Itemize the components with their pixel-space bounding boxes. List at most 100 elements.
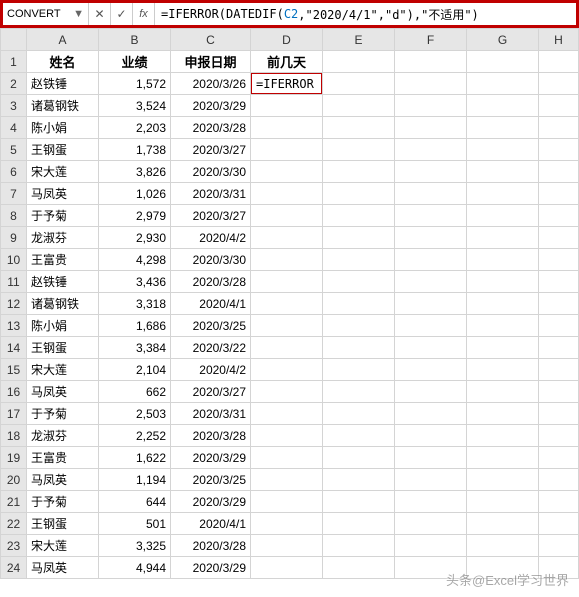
cell-name[interactable]: 宋大莲 [27,161,99,183]
col-header-D[interactable]: D [251,29,323,51]
cell[interactable] [539,447,579,469]
cell-date[interactable]: 2020/3/29 [171,557,251,579]
cell[interactable] [467,491,539,513]
cell[interactable] [395,227,467,249]
cell[interactable] [539,491,579,513]
cell[interactable] [395,95,467,117]
cell[interactable] [395,161,467,183]
cell-days[interactable] [251,557,323,579]
cell[interactable] [323,183,395,205]
cell-name[interactable]: 赵铁锤 [27,271,99,293]
cell[interactable] [467,51,539,73]
cell[interactable] [323,51,395,73]
cell-name[interactable]: 宋大莲 [27,359,99,381]
row-header-9[interactable]: 9 [1,227,27,249]
cell-perf[interactable]: 2,930 [99,227,171,249]
row-header-8[interactable]: 8 [1,205,27,227]
header-name[interactable]: 姓名 [27,51,99,73]
cell-date[interactable]: 2020/3/28 [171,535,251,557]
cell-name[interactable]: 王富贵 [27,447,99,469]
cell-date[interactable]: 2020/3/28 [171,425,251,447]
cell[interactable] [467,161,539,183]
col-header-A[interactable]: A [27,29,99,51]
row-header-7[interactable]: 7 [1,183,27,205]
cell[interactable] [539,249,579,271]
cell[interactable] [539,73,579,95]
cell[interactable] [467,315,539,337]
cell[interactable] [539,117,579,139]
cell-date[interactable]: 2020/3/25 [171,469,251,491]
cell[interactable] [539,535,579,557]
cell-days[interactable] [251,293,323,315]
cell[interactable] [539,513,579,535]
cell-date[interactable]: 2020/3/30 [171,161,251,183]
cell[interactable] [323,161,395,183]
cell[interactable] [539,51,579,73]
confirm-button[interactable]: ✓ [111,3,133,25]
active-cell[interactable]: =IFERROR [251,73,323,95]
cell-perf[interactable]: 3,436 [99,271,171,293]
cell-days[interactable] [251,491,323,513]
cell-date[interactable]: 2020/4/1 [171,513,251,535]
cell-name[interactable]: 于予菊 [27,205,99,227]
cell[interactable] [395,183,467,205]
cell[interactable] [395,535,467,557]
cell[interactable] [467,249,539,271]
cell[interactable] [539,315,579,337]
cell[interactable] [467,271,539,293]
row-header-15[interactable]: 15 [1,359,27,381]
cell-days[interactable] [251,139,323,161]
cell[interactable] [467,293,539,315]
cell-name[interactable]: 龙淑芬 [27,425,99,447]
cell-date[interactable]: 2020/3/28 [171,117,251,139]
cell-days[interactable] [251,315,323,337]
cell[interactable] [539,205,579,227]
cell-perf[interactable]: 662 [99,381,171,403]
chevron-down-icon[interactable]: ▼ [73,8,84,20]
cell-days[interactable] [251,337,323,359]
cell[interactable] [539,95,579,117]
row-header-24[interactable]: 24 [1,557,27,579]
col-header-E[interactable]: E [323,29,395,51]
cell[interactable] [395,271,467,293]
cell[interactable] [467,381,539,403]
row-header-13[interactable]: 13 [1,315,27,337]
cell-date[interactable]: 2020/3/27 [171,381,251,403]
cell[interactable] [467,535,539,557]
cell[interactable] [395,403,467,425]
cell-perf[interactable]: 1,622 [99,447,171,469]
cell[interactable] [467,557,539,579]
cell-perf[interactable]: 2,104 [99,359,171,381]
cell[interactable] [467,469,539,491]
cell-name[interactable]: 赵铁锤 [27,73,99,95]
cell[interactable] [467,183,539,205]
cell[interactable] [395,513,467,535]
cell[interactable] [539,381,579,403]
cell[interactable] [395,469,467,491]
col-header-B[interactable]: B [99,29,171,51]
cell[interactable] [323,535,395,557]
cell[interactable] [323,469,395,491]
cell-name[interactable]: 马凤英 [27,557,99,579]
cell-date[interactable]: 2020/3/29 [171,447,251,469]
cell[interactable] [539,161,579,183]
row-header-11[interactable]: 11 [1,271,27,293]
cell[interactable] [539,293,579,315]
cell[interactable] [467,117,539,139]
spreadsheet-grid[interactable]: A B C D E F G H 1 姓名 业绩 申报日期 前几天 2赵铁锤1,5… [0,28,579,579]
cell-days[interactable] [251,513,323,535]
cell-name[interactable]: 马凤英 [27,469,99,491]
cell[interactable] [395,557,467,579]
cell-days[interactable] [251,227,323,249]
cell-perf[interactable]: 1,026 [99,183,171,205]
cell-date[interactable]: 2020/3/31 [171,183,251,205]
cell-name[interactable]: 于予菊 [27,491,99,513]
cell[interactable] [323,491,395,513]
cell-perf[interactable]: 3,318 [99,293,171,315]
cancel-button[interactable]: ✕ [89,3,111,25]
cell-date[interactable]: 2020/3/25 [171,315,251,337]
cell-perf[interactable]: 2,252 [99,425,171,447]
row-header-20[interactable]: 20 [1,469,27,491]
cell[interactable] [395,249,467,271]
cell-name[interactable]: 龙淑芬 [27,227,99,249]
